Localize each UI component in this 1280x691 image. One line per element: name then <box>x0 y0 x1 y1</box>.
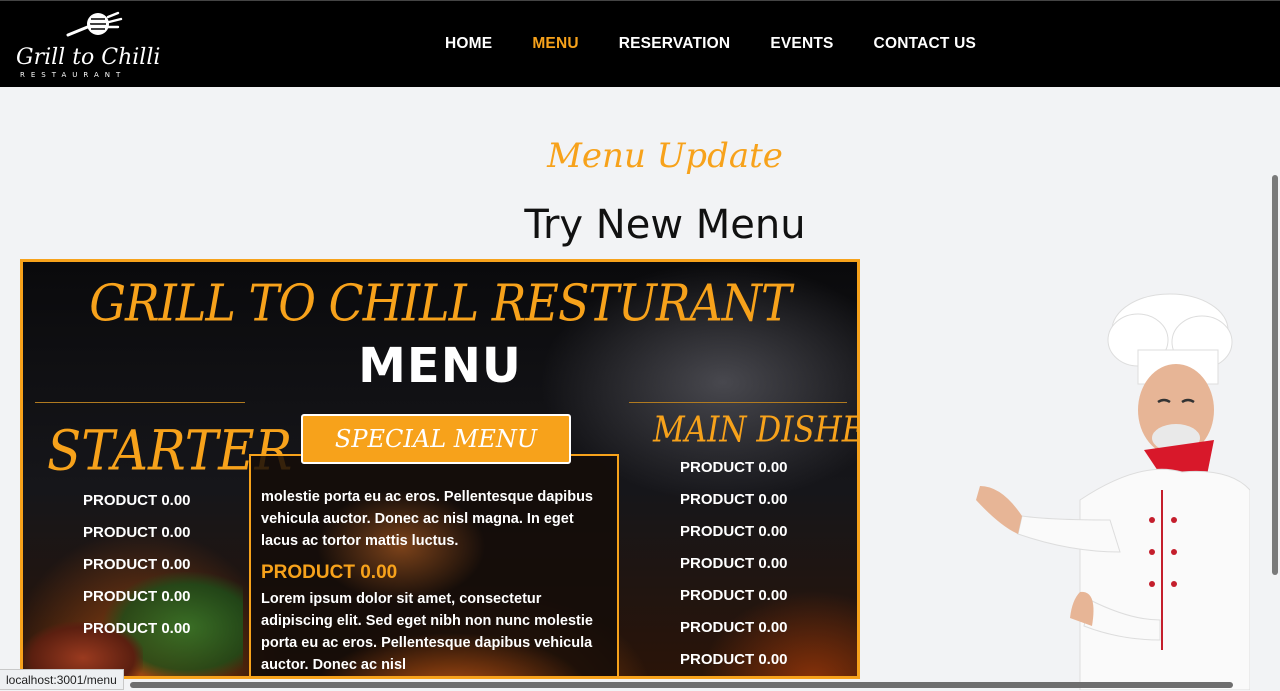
special-menu-panel: molestie porta eu ac eros. Pellentesque … <box>249 454 619 676</box>
brand-tagline: RESTAURANT <box>20 71 127 79</box>
section-eyebrow: Menu Update <box>547 136 783 176</box>
starter-item: PRODUCT 0.00 <box>83 492 191 509</box>
link-status-bar: localhost:3001/menu <box>0 669 124 690</box>
nav-reservation-link[interactable]: RESERVATION <box>619 35 731 53</box>
grill-fork-icon <box>66 11 123 37</box>
main-dish-item: PRODUCT 0.00 <box>680 651 788 668</box>
vertical-scrollbar-thumb[interactable] <box>1272 175 1278 575</box>
nav-contact-link[interactable]: CONTACT US <box>874 35 976 53</box>
starter-item: PRODUCT 0.00 <box>83 588 191 605</box>
starter-list: PRODUCT 0.00 PRODUCT 0.00 PRODUCT 0.00 P… <box>83 485 191 645</box>
main-dish-item: PRODUCT 0.00 <box>680 459 788 476</box>
nav-menu-link[interactable]: MENU <box>532 35 578 53</box>
nav-events-link[interactable]: EVENTS <box>770 35 833 53</box>
starter-item: PRODUCT 0.00 <box>83 556 191 573</box>
horizontal-scrollbar-thumb[interactable] <box>130 682 1233 688</box>
board-title: GRILL TO CHILL RESTURANT <box>89 273 791 333</box>
special-text-bottom: Lorem ipsum dolor sit amet, consectetur … <box>261 591 593 673</box>
top-navbar: Grill to Chilli RESTAURANT HOME MENU RES… <box>0 0 1280 87</box>
main-dish-item: PRODUCT 0.00 <box>680 555 788 572</box>
main-dishes-heading: MAIN DISHES <box>653 409 857 451</box>
main-nav: HOME MENU RESERVATION EVENTS CONTACT US <box>445 35 1016 53</box>
main-dishes-list: PRODUCT 0.00 PRODUCT 0.00 PRODUCT 0.00 P… <box>680 452 788 676</box>
main-dish-item: PRODUCT 0.00 <box>680 491 788 508</box>
starter-item: PRODUCT 0.00 <box>83 620 191 637</box>
main-dish-item: PRODUCT 0.00 <box>680 587 788 604</box>
brand-logo[interactable]: Grill to Chilli RESTAURANT <box>14 9 160 81</box>
board-subtitle: MENU <box>358 338 522 394</box>
divider-right <box>629 402 847 403</box>
special-price: PRODUCT 0.00 <box>261 562 398 583</box>
starter-item: PRODUCT 0.00 <box>83 524 191 541</box>
chef-illustration <box>976 293 1250 690</box>
menu-board-image: GRILL TO CHILL RESTURANT MENU STARTER PR… <box>20 259 860 679</box>
main-dish-item: PRODUCT 0.00 <box>680 619 788 636</box>
special-menu-badge: SPECIAL MENU <box>301 414 571 464</box>
nav-home-link[interactable]: HOME <box>445 35 492 53</box>
main-dish-item: PRODUCT 0.00 <box>680 523 788 540</box>
section-title: Try New Menu <box>524 202 806 248</box>
special-text-top: molestie porta eu ac eros. Pellentesque … <box>261 489 593 549</box>
brand-name: Grill to Chilli <box>16 45 161 70</box>
divider-left <box>35 402 245 403</box>
